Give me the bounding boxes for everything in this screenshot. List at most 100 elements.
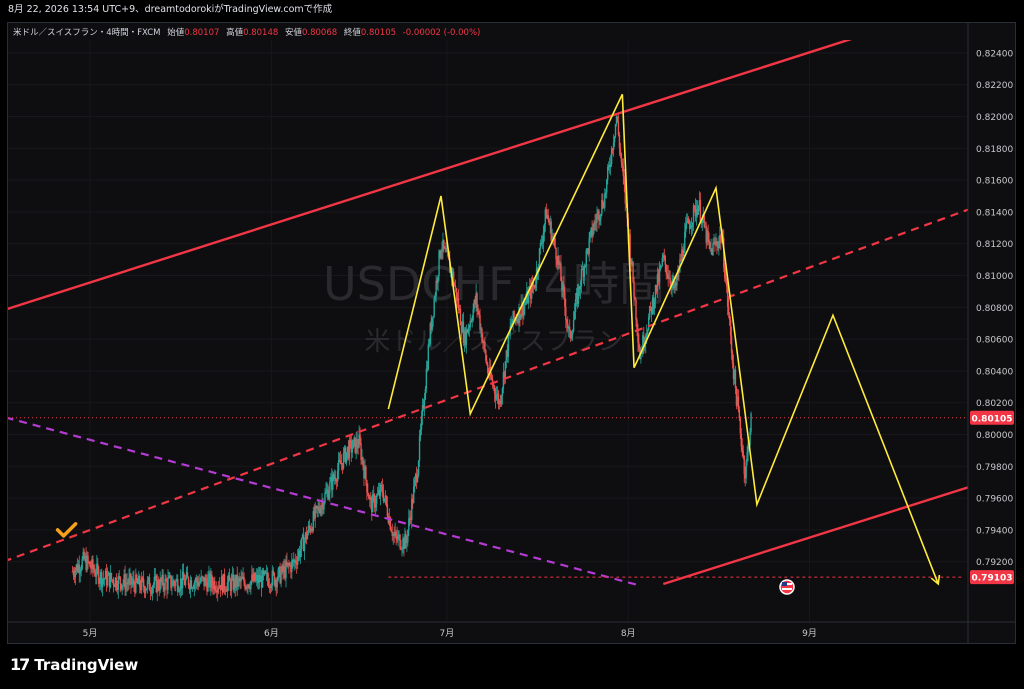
candle-body	[381, 486, 384, 493]
candle-body	[87, 555, 89, 563]
candle-body	[418, 435, 421, 462]
candle-body	[187, 577, 190, 586]
candle-body	[196, 578, 198, 583]
candle-body	[190, 580, 193, 589]
candle-body	[500, 395, 503, 404]
candle-body	[141, 577, 144, 580]
candle-body	[110, 572, 113, 580]
candle-body	[399, 534, 401, 549]
legend-high-label: 高値	[226, 28, 244, 38]
us-flag-icon[interactable]	[779, 579, 795, 595]
watermark: USDCHF, 4時間 米ドル／スイスフラン	[323, 257, 665, 357]
candle-body	[606, 179, 608, 193]
candle-body	[140, 577, 143, 591]
legend-high: 0.80148	[243, 28, 279, 38]
candle-body	[543, 224, 546, 233]
candle-body	[101, 578, 104, 588]
candle-body	[524, 303, 526, 306]
candle-body	[459, 308, 462, 326]
candle-body	[647, 317, 650, 331]
candle-body	[584, 265, 586, 267]
candle-body	[119, 576, 121, 584]
candle-body	[440, 250, 442, 258]
candle-body	[604, 193, 606, 208]
candle-body	[725, 278, 727, 281]
candle-body	[72, 571, 75, 576]
candle-body	[383, 498, 386, 502]
time-axis: 5月 6月 7月 8月 9月	[8, 621, 1015, 639]
candle-body	[602, 199, 604, 207]
candles	[71, 112, 752, 602]
candle-body	[593, 222, 595, 230]
tradingview-logo[interactable]: 17 TradingView	[10, 655, 138, 674]
candle-body	[589, 232, 591, 239]
candle-body	[646, 333, 648, 336]
candle-body	[737, 396, 740, 410]
candle-body	[685, 224, 687, 233]
y-tick-label: 0.81000	[976, 272, 1013, 282]
candle-body	[727, 306, 730, 315]
candle-body	[750, 413, 752, 432]
candle-body	[718, 240, 720, 248]
candle-body	[433, 299, 435, 317]
candle-body	[623, 176, 625, 186]
candle-body	[596, 215, 598, 223]
candle-body	[492, 385, 495, 387]
candle-body	[173, 580, 175, 584]
candle-body	[520, 314, 522, 320]
candle-body	[308, 525, 311, 528]
candle-body	[477, 307, 479, 312]
chart-svg[interactable]: USDCHF, 4時間 米ドル／スイスフラン 0.824000.822000.8…	[0, 0, 1024, 689]
candle-body	[89, 562, 91, 567]
legend-low-label: 安値	[284, 28, 302, 38]
candle-body	[352, 439, 354, 449]
candle-body	[739, 418, 742, 434]
candle-body	[267, 579, 270, 587]
candle-body	[356, 439, 358, 447]
candle-body	[660, 265, 663, 267]
candle-body	[248, 584, 250, 588]
candle-body	[226, 582, 229, 592]
candle-body	[128, 577, 130, 585]
candle-body	[632, 261, 634, 282]
candle-body	[574, 299, 577, 313]
candle-body	[207, 578, 209, 592]
y-tick-label: 0.80600	[976, 336, 1013, 346]
candle-body	[592, 229, 594, 236]
candle-body	[513, 311, 515, 319]
candle-body	[211, 574, 213, 585]
candle-body	[617, 121, 620, 135]
candle-body	[165, 578, 167, 582]
candle-body	[712, 242, 714, 256]
candle-body	[580, 269, 583, 287]
candle-body	[379, 485, 382, 497]
candle-body	[112, 579, 115, 586]
candle-body	[420, 415, 423, 430]
candle-body	[570, 334, 573, 339]
candle-body	[638, 342, 640, 349]
candle-body	[493, 386, 496, 394]
candle-body	[740, 433, 742, 447]
candle-body	[731, 352, 734, 364]
candle-body	[145, 588, 148, 591]
candle-body	[115, 577, 118, 588]
candle-body	[620, 153, 623, 163]
candle-body	[485, 350, 487, 361]
candle-body	[659, 266, 662, 270]
price-badge-label: 0.80105	[972, 414, 1013, 424]
candle-body	[600, 213, 602, 218]
candle-body	[177, 579, 179, 592]
candle-body	[374, 503, 377, 508]
candle-body	[707, 230, 709, 240]
candle-body	[686, 221, 688, 225]
candle-body	[491, 377, 493, 380]
candle-body	[457, 298, 460, 310]
candle-body	[179, 589, 181, 592]
price-badge-label: 0.79103	[972, 574, 1013, 584]
candle-body	[193, 582, 196, 589]
candle-body	[610, 148, 613, 164]
watermark-line2: 米ドル／スイスフラン	[364, 327, 623, 357]
candle-body	[397, 535, 399, 540]
candle-body	[467, 328, 469, 333]
candle-body	[538, 248, 541, 269]
